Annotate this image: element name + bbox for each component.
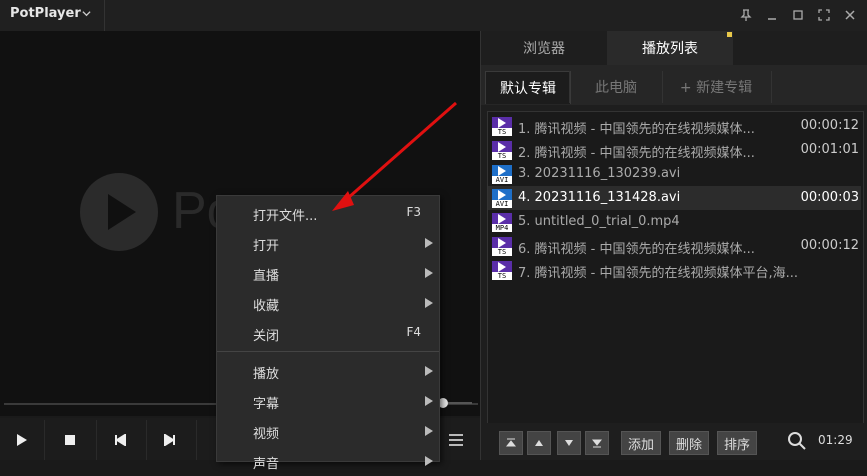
control-separator: [96, 420, 97, 460]
app-name[interactable]: PotPlayer: [10, 6, 81, 21]
menu-item-label: 字幕: [253, 397, 280, 412]
move-bottom-icon[interactable]: [585, 431, 609, 455]
item-duration: 00:00:03: [800, 190, 859, 205]
pin-icon[interactable]: [737, 6, 755, 24]
mp4-file-icon: MP4: [492, 213, 512, 232]
menu-item-open-file[interactable]: 打开文件... F3: [217, 198, 439, 228]
play-logo-triangle: [108, 194, 136, 230]
tab-playlist[interactable]: 播放列表: [607, 31, 733, 65]
menu-item-playback[interactable]: 播放: [217, 356, 439, 386]
item-title: 6. 腾讯视频 - 中国领先的在线视频媒体...: [518, 242, 755, 257]
menu-icon[interactable]: [438, 420, 474, 460]
album-tabs: 默认专辑 此电脑 + 新建专辑: [481, 65, 867, 105]
move-down-icon[interactable]: [557, 431, 581, 455]
menu-item-video[interactable]: 视频: [217, 416, 439, 446]
submenu-arrow-icon: [425, 268, 433, 278]
submenu-arrow-icon: [425, 456, 433, 466]
minimize-icon[interactable]: [763, 6, 781, 24]
window-controls: [737, 6, 859, 24]
delete-button[interactable]: 删除: [669, 431, 709, 455]
item-title: 3. 20231116_130239.avi: [518, 166, 681, 181]
ts-file-icon: TS: [492, 117, 512, 136]
menu-separator: [217, 351, 439, 352]
item-title: 1. 腾讯视频 - 中国领先的在线视频媒体...: [518, 122, 755, 137]
menu-item-open[interactable]: 打开: [217, 228, 439, 258]
item-duration: 00:01:01: [800, 142, 859, 157]
item-duration: 00:00:12: [800, 238, 859, 253]
move-up-icon[interactable]: [527, 431, 551, 455]
title-separator: [104, 0, 105, 31]
menu-item-label: 播放: [253, 367, 280, 382]
item-title: 4. 20231116_131428.avi: [518, 190, 681, 205]
avi-file-icon: AVI: [492, 165, 512, 184]
ts-file-icon: TS: [492, 237, 512, 256]
playlist-total-time: 01:29: [818, 433, 853, 447]
item-title: 5. untitled_0_trial_0.mp4: [518, 214, 680, 229]
menu-item-subtitles[interactable]: 字幕: [217, 386, 439, 416]
list-item-current[interactable]: AVI 4. 20231116_131428.avi 00:00:03: [488, 186, 861, 210]
volume-track[interactable]: [448, 402, 472, 404]
menu-item-label: 视频: [253, 427, 280, 442]
list-item[interactable]: AVI 3. 20231116_130239.avi: [488, 162, 861, 186]
move-top-icon[interactable]: [499, 431, 523, 455]
menu-item-shortcut: F4: [406, 325, 421, 339]
play-icon[interactable]: [4, 420, 40, 460]
control-separator: [146, 420, 147, 460]
menu-item-label: 打开文件...: [253, 209, 318, 224]
list-item[interactable]: TS 2. 腾讯视频 - 中国领先的在线视频媒体... 00:01:01: [488, 138, 861, 162]
album-default[interactable]: 默认专辑: [485, 71, 571, 104]
title-bar: PotPlayer: [0, 0, 867, 32]
menu-item-shortcut: F3: [406, 205, 421, 219]
list-item[interactable]: TS 7. 腾讯视频 - 中国领先的在线视频媒体平台,海...: [488, 258, 861, 282]
sort-button[interactable]: 排序: [717, 431, 757, 455]
submenu-arrow-icon: [425, 426, 433, 436]
item-title: 7. 腾讯视频 - 中国领先的在线视频媒体平台,海...: [518, 266, 799, 281]
menu-item-label: 打开: [253, 239, 280, 254]
ts-file-icon: TS: [492, 261, 512, 280]
close-icon[interactable]: [841, 6, 859, 24]
menu-item-live[interactable]: 直播: [217, 258, 439, 288]
tab-strip-filler: [733, 31, 867, 66]
list-item[interactable]: TS 6. 腾讯视频 - 中国领先的在线视频媒体... 00:00:12: [488, 234, 861, 258]
context-menu: 打开文件... F3 打开 直播 收藏 关闭 F4 播放 字幕 视频 声音: [216, 195, 440, 472]
album-new-button[interactable]: + 新建专辑: [661, 71, 772, 103]
avi-file-icon: AVI: [492, 189, 512, 208]
menu-item-favorites[interactable]: 收藏: [217, 288, 439, 318]
add-button[interactable]: 添加: [621, 431, 661, 455]
menu-item-close[interactable]: 关闭 F4: [217, 318, 439, 348]
list-item[interactable]: TS 1. 腾讯视频 - 中国领先的在线视频媒体... 00:00:12: [488, 114, 861, 138]
playlist-panel: 浏览器 播放列表 默认专辑 此电脑 + 新建专辑 TS 1. 腾讯视频 - 中国…: [480, 31, 867, 460]
submenu-arrow-icon: [425, 298, 433, 308]
menu-item-label: 直播: [253, 269, 280, 284]
stop-icon[interactable]: [52, 420, 88, 460]
menu-item-audio[interactable]: 声音: [217, 446, 439, 476]
menu-item-label: 关闭: [253, 329, 280, 344]
chevron-down-icon[interactable]: [82, 9, 91, 18]
control-separator: [196, 420, 197, 460]
control-separator: [44, 420, 45, 460]
submenu-arrow-icon: [425, 238, 433, 248]
search-icon[interactable]: [787, 431, 807, 451]
item-duration: 00:00:12: [800, 118, 859, 133]
album-this-pc[interactable]: 此电脑: [569, 71, 663, 103]
previous-icon[interactable]: [102, 420, 138, 460]
submenu-arrow-icon: [425, 366, 433, 376]
ts-file-icon: TS: [492, 141, 512, 160]
fullscreen-icon[interactable]: [815, 6, 833, 24]
maximize-icon[interactable]: [789, 6, 807, 24]
submenu-arrow-icon: [425, 396, 433, 406]
next-icon[interactable]: [152, 420, 188, 460]
menu-item-label: 声音: [253, 457, 280, 472]
tab-indicator-dot: [727, 32, 732, 37]
tab-browser[interactable]: 浏览器: [481, 31, 607, 66]
menu-item-label: 收藏: [253, 299, 280, 314]
playlist: TS 1. 腾讯视频 - 中国领先的在线视频媒体... 00:00:12 TS …: [487, 111, 864, 425]
item-title: 2. 腾讯视频 - 中国领先的在线视频媒体...: [518, 146, 755, 161]
list-item[interactable]: MP4 5. untitled_0_trial_0.mp4: [488, 210, 861, 234]
